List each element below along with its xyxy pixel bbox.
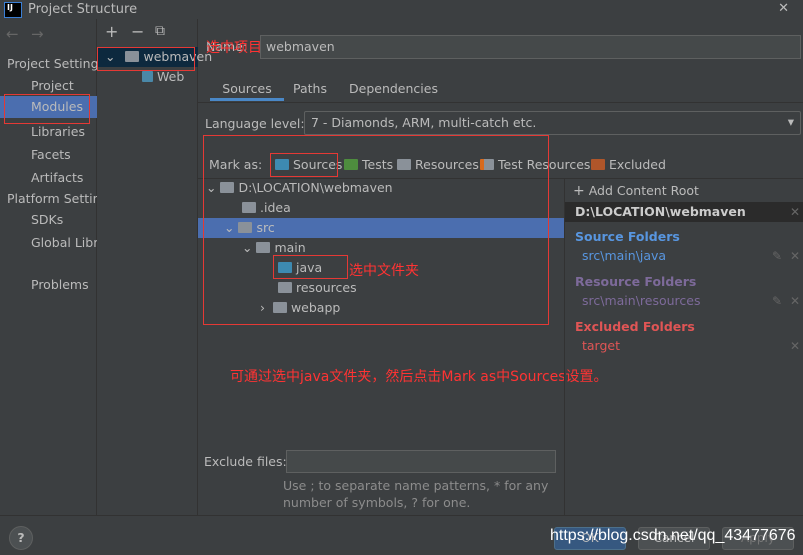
title-bar: IJ Project Structure ✕ (0, 0, 803, 19)
remove-icon: ✕ (789, 339, 800, 353)
edit-icon: ✎ (771, 249, 782, 263)
help-button[interactable]: ? (9, 526, 33, 550)
language-level-select[interactable]: 7 - Diamonds, ARM, multi-catch etc. ▾ (304, 111, 801, 135)
copy-button[interactable]: ⧉ (155, 23, 165, 39)
sidebar-item-libraries[interactable]: Libraries (0, 121, 97, 143)
exclude-hint: Use ; to separate name patterns, * for a… (283, 478, 549, 510)
resource-folders-title: Resource Folders (575, 274, 697, 289)
add-button[interactable]: + (105, 22, 118, 41)
remove-icon: ✕ (789, 294, 800, 308)
highlight-box (270, 153, 338, 177)
tab-sources[interactable]: Sources (210, 79, 284, 101)
window-title: Project Structure (28, 2, 138, 17)
sidebar-item-artifacts[interactable]: Artifacts (0, 167, 97, 189)
highlight-box (97, 47, 195, 71)
source-folders-title: Source Folders (575, 229, 680, 244)
annotation-select-project: 选中项目 (206, 40, 262, 56)
exclude-files-input[interactable] (286, 450, 556, 473)
intellij-logo: IJ (4, 1, 22, 18)
web-facet-icon (142, 71, 153, 82)
forward-button[interactable]: → (31, 25, 44, 43)
exclude-files-label: Exclude files: (204, 454, 287, 469)
section-project-settings: Project Settings (7, 56, 97, 71)
resource-folder-item[interactable]: src\main\resources ✎ ✕ (565, 291, 803, 311)
content-roots-panel: + Add Content Root D:\LOCATION\webmaven ✕… (564, 179, 803, 515)
back-button[interactable]: ← (6, 25, 19, 43)
remove-icon: ✕ (789, 249, 800, 263)
excluded-folder-icon (591, 159, 605, 170)
tab-dependencies[interactable]: Dependencies (349, 79, 438, 101)
close-button[interactable]: ✕ (778, 1, 789, 16)
highlight-box (4, 94, 90, 124)
watermark: https://blog.csdn.net/qq_43477676 (550, 527, 796, 544)
sidebar-item-sdks[interactable]: SDKs (0, 209, 97, 231)
module-tree: + − ⧉ ⌄ webmaven Web (97, 19, 212, 515)
add-content-root-button[interactable]: + Add Content Root (573, 181, 699, 201)
name-input[interactable]: webmaven (260, 35, 801, 59)
annotation-instruction: 可通过选中java文件夹，然后点击Mark as中Sources设置。 (230, 369, 608, 385)
highlight-box (203, 135, 549, 325)
dropdown-arrow-icon: ▾ (787, 114, 794, 129)
excluded-folders-title: Excluded Folders (575, 319, 695, 334)
highlight-box (273, 255, 348, 279)
section-platform-settings: Platform Settings (7, 191, 97, 206)
sidebar-item-facets[interactable]: Facets (0, 144, 97, 166)
sidebar-item-global-libraries[interactable]: Global Libraries (0, 232, 97, 254)
tab-paths[interactable]: Paths (293, 79, 327, 101)
excluded-folder-item[interactable]: target ✕ (565, 336, 803, 356)
module-settings: Name: webmaven 选中项目 Sources Paths Depend… (198, 19, 803, 515)
remove-button[interactable]: − (131, 22, 144, 41)
sidebar-item-problems[interactable]: Problems (0, 274, 97, 296)
remove-root-icon[interactable]: ✕ (790, 202, 800, 222)
settings-sidebar: ← → Project Settings Project Modules Lib… (0, 19, 97, 515)
content-root-path: D:\LOCATION\webmaven ✕ (565, 202, 803, 222)
mark-excluded-button[interactable]: Excluded (591, 157, 666, 172)
language-level-label: Language level: (205, 116, 305, 131)
plus-icon: + (573, 183, 585, 199)
edit-icon: ✎ (771, 294, 782, 308)
dialog-footer: ? OK Cancel Apply https://blog.csdn.net/… (0, 515, 803, 555)
source-folder-item[interactable]: src\main\java ✎ ✕ (565, 246, 803, 266)
